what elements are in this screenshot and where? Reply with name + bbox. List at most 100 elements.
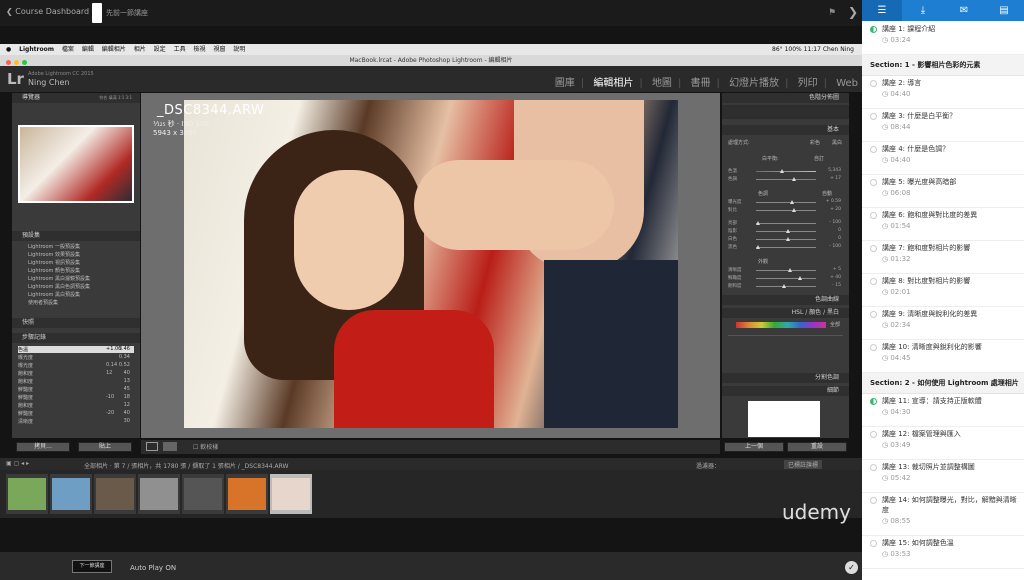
contrast-slider[interactable]: 對比 + 20	[728, 207, 843, 214]
basic-header[interactable]: 基本	[722, 125, 849, 135]
module-print[interactable]: 列印	[798, 78, 818, 89]
filmstrip-thumbnail[interactable]	[182, 474, 224, 514]
lecture-item[interactable]: 講座 13: 裁切照片並調整構圖 ◷ 05:42	[862, 460, 1024, 493]
history-step[interactable]: 飽和度 12 40	[18, 370, 134, 377]
course-dashboard-link[interactable]: ❮ Course Dashboard	[6, 7, 89, 16]
hsl-color-swatches[interactable]	[736, 322, 826, 328]
preset-folder[interactable]: Lightroom 黑白濾鏡預設集	[28, 275, 90, 282]
whites-slider[interactable]: 白色 0	[728, 236, 843, 243]
chat-icon[interactable]: ✉	[944, 0, 984, 21]
menu-item[interactable]: 編輯	[82, 44, 94, 55]
history-step[interactable]: 清晰度 30	[18, 418, 134, 425]
highlights-slider[interactable]: 亮部 - 100	[728, 220, 843, 227]
split-toning-header[interactable]: 分割色調	[722, 373, 849, 383]
treatment-bw[interactable]: 黑白	[832, 139, 842, 146]
lecture-item[interactable]: 講座 10: 清晰度與銳利化的影響 ◷ 04:45	[862, 340, 1024, 373]
menu-item[interactable]: 編輯相片	[102, 44, 126, 55]
preset-folder[interactable]: Lightroom 顏色預設集	[28, 267, 80, 274]
preset-folder[interactable]: Lightroom 視訊預設集	[28, 259, 80, 266]
filmstrip-thumbnail[interactable]	[138, 474, 180, 514]
previous-button[interactable]: 上一個	[724, 442, 784, 452]
clarity-slider[interactable]: 清晰度 + 5	[728, 267, 843, 274]
next-chevron-icon[interactable]: ❯	[848, 5, 858, 19]
menu-item[interactable]: 相片	[134, 44, 146, 55]
lecture-item[interactable]: 講座 6: 飽和度與對比度的差異 ◷ 01:54	[862, 208, 1024, 241]
apple-icon[interactable]: ●	[6, 44, 11, 55]
filmstrip-thumbnail[interactable]	[6, 474, 48, 514]
reset-button[interactable]: 重設	[787, 442, 847, 452]
menu-item[interactable]: 檔案	[62, 44, 74, 55]
history-step[interactable]: 飽和度 13	[18, 378, 134, 385]
preset-folder[interactable]: Lightroom 黑白預設集	[28, 291, 80, 298]
notes-icon[interactable]: ▤	[984, 0, 1024, 21]
lecture-item[interactable]: 講座 7: 飽和度對相片的影響 ◷ 01:32	[862, 241, 1024, 274]
list-icon[interactable]: ☰	[862, 0, 902, 21]
preset-folder[interactable]: Lightroom 一般預設集	[28, 243, 80, 250]
detail-preview[interactable]	[748, 401, 820, 437]
hsl-all[interactable]: 全部	[830, 321, 840, 328]
filmstrip-thumbnail[interactable]	[226, 474, 268, 514]
lecture-item[interactable]: 講座 5: 曝光度與高暗部 ◷ 06:08	[862, 175, 1024, 208]
temp-slider[interactable]: 色溫 5,343	[728, 168, 843, 175]
navigator-preview[interactable]	[18, 125, 134, 203]
history-step[interactable]: 曝光度 0.14 0.52	[18, 362, 134, 369]
menu-item[interactable]: 說明	[233, 44, 245, 55]
shadows-slider[interactable]: 陰影 0	[728, 228, 843, 235]
presets-header[interactable]: 預設集	[12, 231, 140, 241]
lecture-item[interactable]: 講座 4: 什麼是色調？ ◷ 04:40	[862, 142, 1024, 175]
soft-proof-checkbox[interactable]: ☐ 軟校樣	[193, 442, 218, 451]
menu-item[interactable]: 檢視	[194, 44, 206, 55]
wb-select[interactable]: 自訂	[814, 155, 824, 162]
blacks-slider[interactable]: 黑色 - 100	[728, 244, 843, 251]
filmstrip-view-icons[interactable]: ▣ ▢ ◂ ▸	[6, 460, 29, 467]
detail-header[interactable]: 細節	[722, 386, 849, 396]
lecture-item[interactable]: 講座 11: 宣導：請支持正版軟體 ◷ 04:30	[862, 394, 1024, 427]
history-step[interactable]: 鮮豔度 -10 18	[18, 394, 134, 401]
tint-slider[interactable]: 色調 + 17	[728, 176, 843, 183]
history-step[interactable]: 曝光度 0.34	[18, 354, 134, 361]
menu-item[interactable]: 視窗	[213, 44, 225, 55]
history-step[interactable]: 色溫 +1.06 3.46	[18, 346, 134, 353]
menu-item[interactable]: 工具	[174, 44, 186, 55]
filmstrip-thumbnail[interactable]	[94, 474, 136, 514]
lecture-item[interactable]: 講座 8: 對比度對相片的影響 ◷ 02:01	[862, 274, 1024, 307]
lecture-item[interactable]: 講座 15: 如何調整色溫 ◷ 03:53	[862, 536, 1024, 569]
autoplay-toggle[interactable]: Auto Play ON	[130, 564, 176, 572]
module-library[interactable]: 圖庫	[555, 78, 575, 89]
navigator-header[interactable]: 導覽器 符合 填滿 1:1 3:1	[12, 93, 140, 103]
before-after-icon[interactable]	[163, 442, 177, 451]
lecture-item[interactable]: 講座 14: 如何調整曝光，對比，解黯與清晰度 ◷ 08:55	[862, 493, 1024, 536]
preset-folder[interactable]: Lightroom 黑白色調預設集	[28, 283, 90, 290]
module-web[interactable]: Web	[836, 78, 858, 89]
download-icon[interactable]: ⤓	[903, 0, 943, 21]
filmstrip-thumbnail-selected[interactable]	[270, 474, 312, 514]
module-develop[interactable]: 編輯相片	[593, 78, 633, 89]
lecture-item[interactable]: 講座 12: 檔案管理與匯入 ◷ 03:49	[862, 427, 1024, 460]
lecture-item[interactable]: 講座 9: 清晰度與銳利化的差異 ◷ 02:34	[862, 307, 1024, 340]
tone-curve-header[interactable]: 色調曲線	[722, 295, 849, 305]
next-lecture-button[interactable]: 下一節講座	[72, 560, 112, 573]
main-photo[interactable]	[184, 100, 678, 428]
preset-folder[interactable]: 使用者預設集	[28, 299, 58, 306]
hsl-sliders[interactable]	[728, 335, 843, 365]
filmstrip-source[interactable]: 全部相片 · 第 7 / 張相片，共 1780 張 / 擷取了 1 張相片 / …	[84, 461, 288, 470]
complete-check-icon[interactable]: ✓	[845, 561, 858, 574]
filmstrip-thumbnail[interactable]	[50, 474, 92, 514]
histogram-header[interactable]: 色階分佈圖	[722, 93, 849, 103]
hsl-header[interactable]: HSL / 顏色 / 黑白	[722, 308, 849, 318]
history-step[interactable]: 鮮豔度 -20 40	[18, 410, 134, 417]
module-book[interactable]: 書冊	[691, 78, 711, 89]
tool-strip[interactable]	[722, 105, 849, 119]
prev-lecture-button[interactable]	[92, 3, 102, 23]
lecture-item[interactable]: 講座 2: 導言 ◷ 04:40	[862, 76, 1024, 109]
history-header[interactable]: 步驟記錄	[12, 333, 140, 343]
vibrance-slider[interactable]: 鮮豔度 + 40	[728, 275, 843, 282]
preset-folder[interactable]: Lightroom 效果預設集	[28, 251, 80, 258]
saturation-slider[interactable]: 飽和度 - 15	[728, 283, 843, 290]
menu-item[interactable]: Lightroom	[19, 44, 54, 55]
lecture-item[interactable]: 講座 1: 課程介紹 ◷ 03:24	[862, 22, 1024, 55]
tone-auto-button[interactable]: 自動	[822, 190, 832, 197]
flag-icon[interactable]: ⚑	[828, 8, 836, 18]
treatment-color[interactable]: 彩色	[810, 139, 820, 146]
loupe-view-icon[interactable]	[146, 442, 158, 451]
